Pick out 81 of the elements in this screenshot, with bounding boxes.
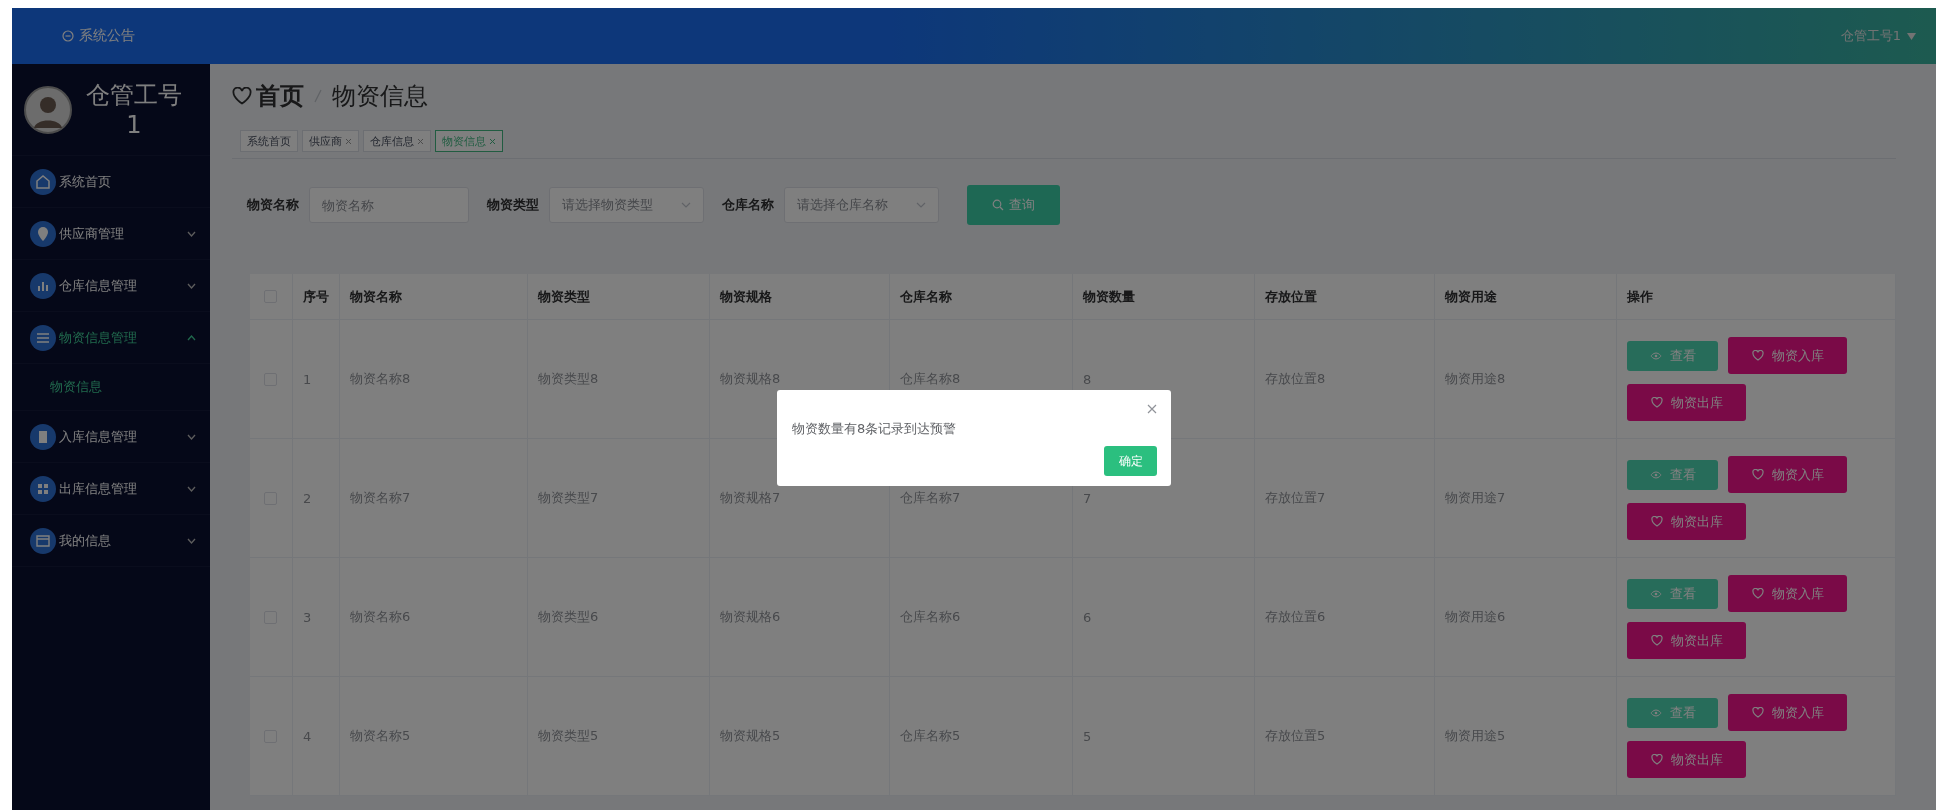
column-header: 物资规格	[710, 274, 890, 319]
chevron-icon	[916, 202, 926, 208]
heart-icon	[1751, 350, 1764, 361]
chevron-icon	[681, 202, 691, 208]
sliders-icon	[30, 324, 56, 351]
search-icon	[992, 199, 1004, 211]
clipboard-icon	[30, 423, 56, 450]
heart-icon	[1650, 397, 1663, 408]
stock-button[interactable]: 物资入库	[1728, 456, 1847, 493]
menu-item[interactable]: 出库信息管理	[12, 463, 210, 515]
heart-icon	[1650, 754, 1663, 765]
notice-link[interactable]: 系统公告	[79, 27, 135, 45]
view-button[interactable]: 查看	[1627, 340, 1718, 371]
column-header: 物资名称	[340, 274, 528, 319]
chevron-icon	[187, 334, 196, 341]
menu-item[interactable]: 我的信息	[12, 515, 210, 567]
heart-icon	[1650, 516, 1663, 527]
menu-item[interactable]: 供应商管理	[12, 208, 210, 260]
heart-icon	[1751, 588, 1764, 599]
close-icon[interactable]	[489, 137, 496, 145]
caret-icon	[1907, 32, 1916, 40]
breadcrumb-current: 物资信息	[332, 81, 428, 112]
chevron-icon	[187, 537, 196, 544]
stock-button[interactable]: 物资入库	[1728, 337, 1847, 374]
chevron-icon	[187, 433, 196, 440]
heart-icon	[232, 87, 252, 105]
tag-tab[interactable]: 供应商	[302, 130, 359, 152]
close-icon[interactable]	[345, 137, 352, 145]
view-button[interactable]: 查看	[1627, 697, 1718, 728]
filter-label: 物资类型	[487, 196, 539, 214]
chevron-icon	[187, 485, 196, 492]
avatar-icon	[24, 85, 72, 134]
close-icon[interactable]	[1147, 404, 1157, 414]
user-name: 仓管工号	[86, 79, 182, 110]
eye-icon	[1649, 351, 1662, 360]
column-header: 物资数量	[1073, 274, 1255, 319]
filter-label: 物资名称	[247, 196, 299, 214]
view-button[interactable]: 查看	[1627, 459, 1718, 490]
breadcrumb-link[interactable]: 首页	[256, 80, 304, 112]
eye-icon	[1649, 708, 1662, 717]
chevron-icon	[187, 230, 196, 237]
tag-tab[interactable]: 系统首页	[240, 130, 298, 152]
eye-icon	[1649, 589, 1662, 598]
eye-icon	[1649, 470, 1662, 479]
confirm-button[interactable]: 确定	[1104, 446, 1157, 476]
heart-icon	[1751, 469, 1764, 480]
bar-chart-icon	[30, 272, 56, 299]
filter-label: 仓库名称	[722, 196, 774, 214]
stock-button[interactable]: 物资入库	[1728, 575, 1847, 612]
close-icon[interactable]	[417, 137, 424, 145]
pin-icon	[30, 220, 56, 247]
column-header: 物资类型	[528, 274, 710, 319]
chevron-icon	[187, 282, 196, 289]
tag-tab[interactable]: 物资信息	[435, 130, 503, 152]
search-button[interactable]: 查询	[967, 185, 1060, 225]
stock-button[interactable]: 物资出库	[1627, 741, 1746, 778]
dialog-message: 物资数量有8条记录到达预警	[792, 420, 958, 438]
menu-item[interactable]: 仓库信息管理	[12, 260, 210, 312]
stock-button[interactable]: 物资出库	[1627, 384, 1746, 421]
user-id: 1	[126, 109, 142, 140]
stock-button[interactable]: 物资出库	[1627, 503, 1746, 540]
menu-item[interactable]: 物资信息管理	[12, 312, 210, 364]
view-button[interactable]: 查看	[1627, 578, 1718, 609]
user-menu[interactable]: 仓管工号1	[1840, 27, 1916, 45]
column-header: 物资用途	[1435, 274, 1617, 319]
home-icon	[30, 168, 56, 195]
grid-icon	[30, 475, 56, 502]
stock-button[interactable]: 物资出库	[1627, 622, 1746, 659]
heart-icon	[1650, 635, 1663, 646]
column-header: 序号	[293, 274, 340, 319]
column-header: 存放位置	[1255, 274, 1435, 319]
column-header: 操作	[1617, 274, 1896, 319]
menu-item[interactable]: 入库信息管理	[12, 411, 210, 463]
input-field[interactable]: 物资名称	[309, 187, 469, 223]
heart-icon	[1751, 707, 1764, 718]
menu-item[interactable]: 系统首页	[12, 156, 210, 208]
stock-button[interactable]: 物资入库	[1728, 694, 1847, 731]
card-icon	[30, 527, 56, 554]
notice-icon	[62, 30, 74, 42]
column-header: 仓库名称	[890, 274, 1073, 319]
tag-tab[interactable]: 仓库信息	[363, 130, 431, 152]
